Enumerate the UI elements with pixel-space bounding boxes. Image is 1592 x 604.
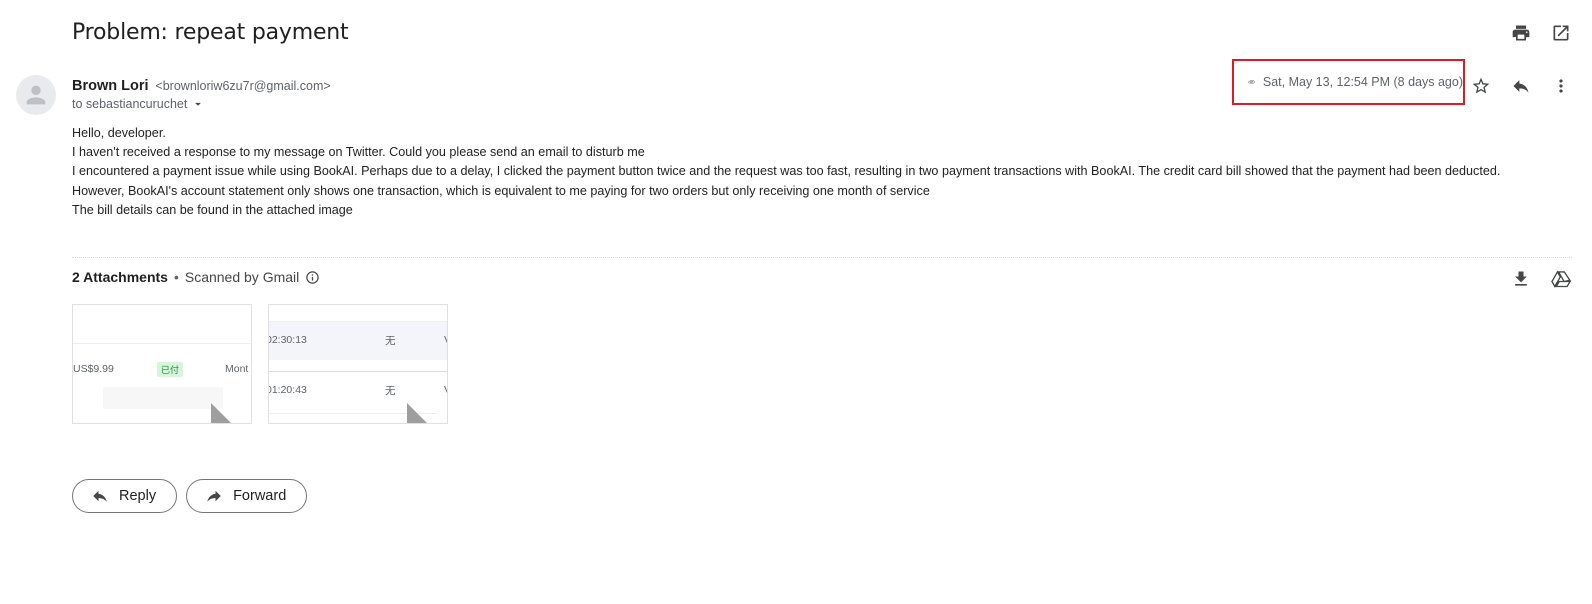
message-actions <box>1470 75 1572 97</box>
attachment-thumbnail[interactable]: 02:30:13 无 V 01:20:43 无 V <box>268 304 448 424</box>
person-icon <box>26 85 46 105</box>
email-subject: Problem: repeat payment <box>72 20 349 45</box>
thumb-trail: V <box>444 384 447 396</box>
email-body: Hello, developer. I haven't received a r… <box>72 124 1572 220</box>
download-icon[interactable] <box>1510 268 1532 290</box>
separator-dot: • <box>173 269 179 285</box>
attachments-header: 2 Attachments • Scanned by Gmail <box>72 269 320 285</box>
info-icon[interactable] <box>305 270 320 285</box>
thumb-time: 02:30:13 <box>268 334 307 346</box>
forward-button[interactable]: Forward <box>186 479 308 513</box>
avatar[interactable] <box>16 75 56 115</box>
thumb-value: 无 <box>385 334 396 347</box>
attachments-actions <box>1510 268 1572 290</box>
email-date: Sat, May 13, 12:54 PM (8 days ago) <box>1262 75 1463 89</box>
attachments-divider <box>72 257 1572 258</box>
print-icon[interactable] <box>1510 22 1532 44</box>
star-icon[interactable] <box>1470 75 1492 97</box>
scanned-label: Scanned by Gmail <box>184 269 300 285</box>
email-date-highlight: Sat, May 13, 12:54 PM (8 days ago) <box>1232 59 1465 105</box>
chevron-down-icon[interactable] <box>191 97 205 111</box>
recipient-line: to sebastiancuruchet <box>72 97 205 111</box>
recipient-label: to sebastiancuruchet <box>72 97 188 111</box>
attachment-thumbnail[interactable]: US$9.99 已付 Mont <box>72 304 252 424</box>
attachments-count: 2 Attachments <box>72 269 168 285</box>
body-line: However, BookAI's account statement only… <box>72 183 930 198</box>
thread-actions <box>1510 22 1572 44</box>
thumb-plan: Mont <box>225 363 249 375</box>
reply-forward-row: Reply Forward <box>72 479 308 513</box>
thumb-time: 01:20:43 <box>268 384 307 396</box>
thumb-amount: US$9.99 <box>73 363 114 375</box>
forward-icon <box>207 490 221 502</box>
thumb-trail: V <box>444 334 447 346</box>
body-line: Hello, developer. <box>72 126 166 140</box>
reply-icon[interactable] <box>1510 75 1532 97</box>
body-line: I encountered a payment issue while usin… <box>72 164 1501 179</box>
reply-icon <box>93 490 107 502</box>
reply-label: Reply <box>119 488 157 504</box>
sender-line: Brown Lori <brownloriw6zu7r@gmail.com> <box>72 77 331 94</box>
forward-label: Forward <box>233 488 287 504</box>
body-line: The bill details can be found in the att… <box>72 202 353 217</box>
sender-email: <brownloriw6zu7r@gmail.com> <box>155 79 331 93</box>
status-badge: 已付 <box>157 361 184 377</box>
more-vert-icon[interactable] <box>1550 75 1572 97</box>
body-line: I haven't received a response to my mess… <box>72 145 645 160</box>
open-in-new-icon[interactable] <box>1550 22 1572 44</box>
add-to-drive-icon[interactable] <box>1550 268 1572 290</box>
paperclip-icon <box>1248 80 1255 84</box>
thumb-value: 无 <box>385 384 396 397</box>
sender-name[interactable]: Brown Lori <box>72 78 149 94</box>
reply-button[interactable]: Reply <box>72 479 178 513</box>
